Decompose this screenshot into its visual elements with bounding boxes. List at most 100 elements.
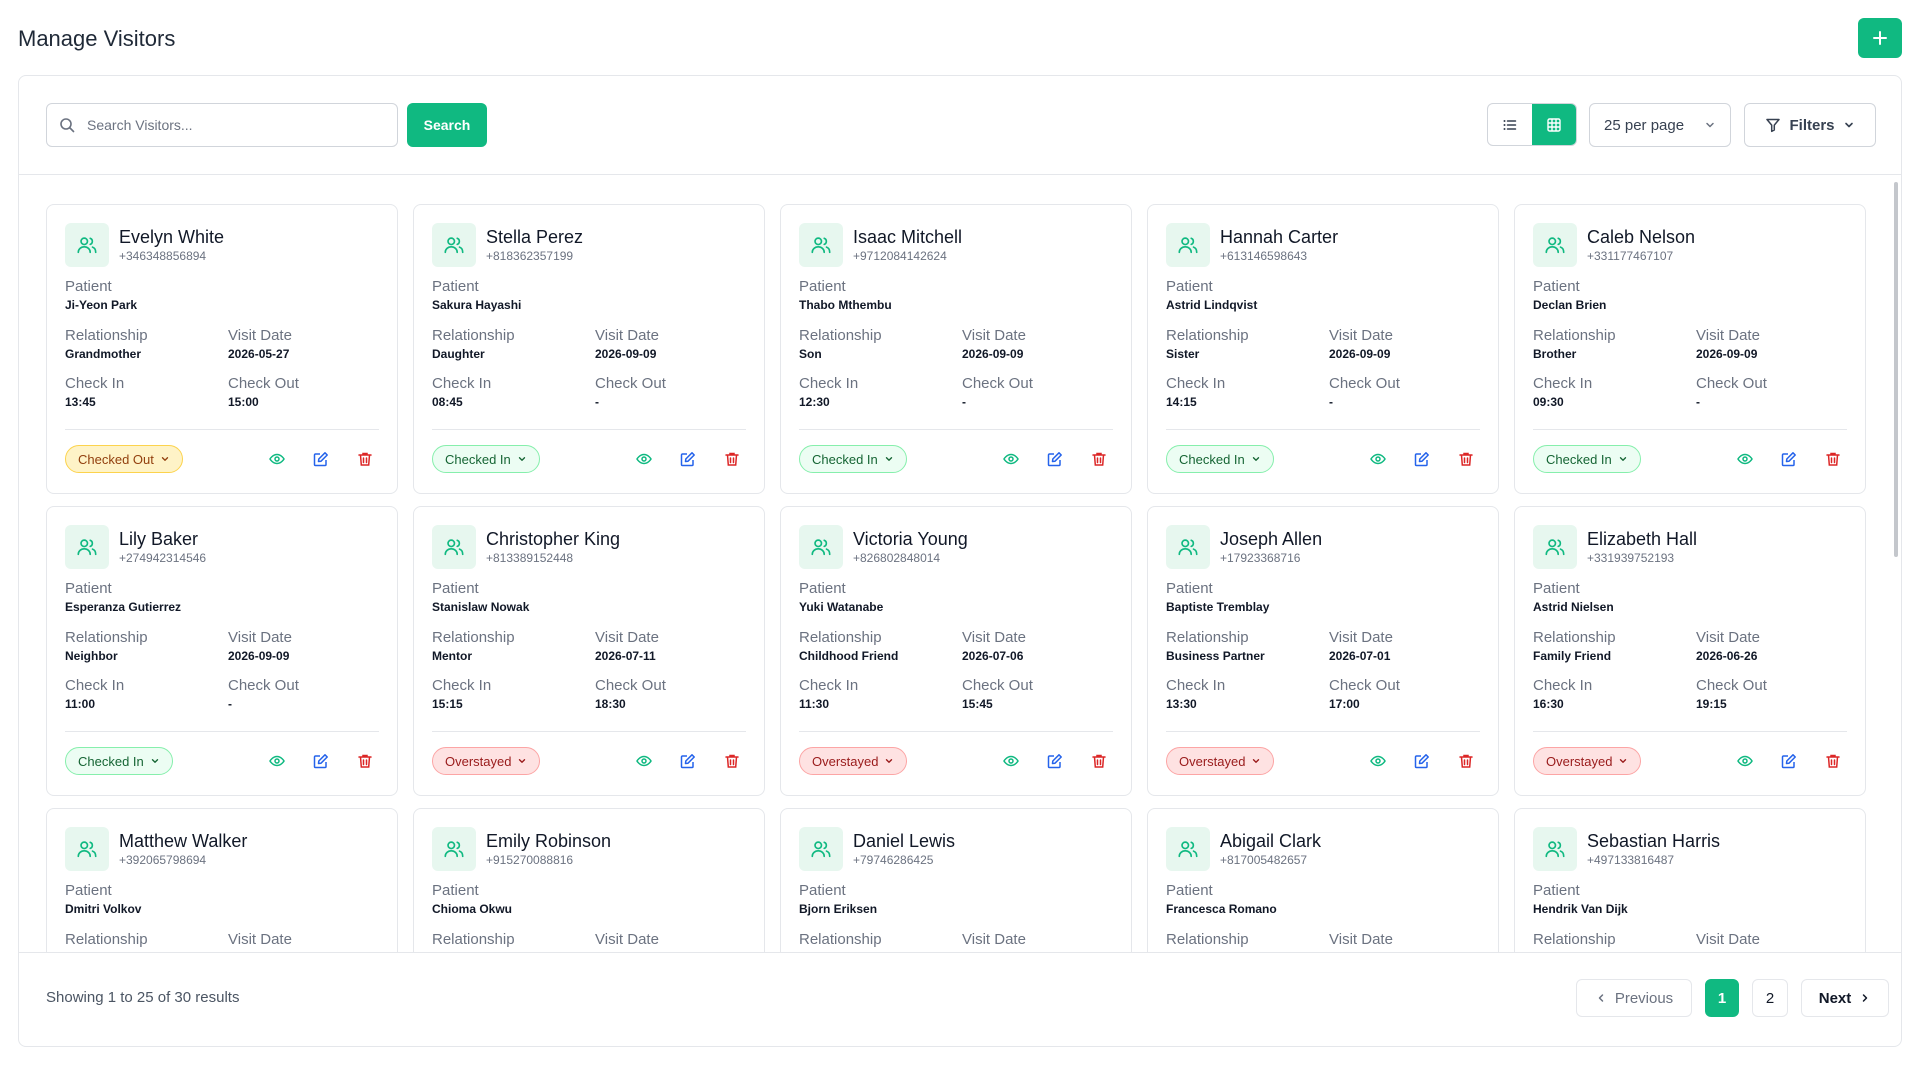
search-input[interactable]: [87, 117, 377, 133]
delete-button[interactable]: [721, 750, 743, 772]
relationship-label: Relationship: [799, 931, 882, 948]
delete-button[interactable]: [354, 448, 376, 470]
view-button[interactable]: [1734, 448, 1756, 470]
check-in-value: 12:30: [799, 395, 830, 409]
delete-button[interactable]: [1455, 448, 1477, 470]
scrollbar-thumb[interactable]: [1894, 182, 1898, 557]
status-badge[interactable]: Checked In: [1533, 445, 1641, 473]
view-button[interactable]: [266, 448, 288, 470]
patient-label: Patient: [1166, 278, 1213, 295]
visitor-card: Isaac Mitchell +9712084142624 Patient Thabo…: [780, 204, 1132, 494]
status-badge[interactable]: Checked In: [1166, 445, 1274, 473]
check-out-value: -: [1696, 395, 1700, 409]
chevron-left-icon: [1598, 994, 1604, 1002]
view-button[interactable]: [1367, 750, 1389, 772]
visit-date-label: Visit Date: [228, 931, 292, 948]
list-view-button[interactable]: [1488, 104, 1532, 145]
visitor-name: Evelyn White: [119, 227, 225, 247]
status-label: Overstayed: [812, 753, 879, 769]
visitor-phone: +331939752193: [1587, 551, 1675, 565]
visitor-name: Elizabeth Hall: [1587, 529, 1698, 549]
visitor-phone: +613146598643: [1220, 249, 1308, 263]
delete-button[interactable]: [354, 750, 376, 772]
page-title: Manage Visitors: [18, 26, 176, 51]
edit-button[interactable]: [1044, 750, 1066, 772]
visitor-card: Lily Baker +274942314546 Patient Esperanza …: [46, 506, 398, 796]
edit-button[interactable]: [1044, 448, 1066, 470]
next-page-button[interactable]: Next: [1801, 979, 1889, 1017]
search-button[interactable]: Search: [407, 103, 487, 147]
view-button[interactable]: [633, 750, 655, 772]
status-badge[interactable]: Checked Out: [65, 445, 183, 473]
view-button[interactable]: [1000, 750, 1022, 772]
status-badge[interactable]: Checked In: [65, 747, 173, 775]
eye-icon: [1370, 453, 1386, 465]
check-in-label: Check In: [1533, 375, 1593, 392]
edit-button[interactable]: [677, 750, 699, 772]
per-page-select[interactable]: 25 per page: [1589, 103, 1731, 147]
status-badge[interactable]: Overstayed: [432, 747, 541, 775]
view-button[interactable]: [1000, 448, 1022, 470]
status-badge[interactable]: Overstayed: [1166, 747, 1275, 775]
visitor-name: Victoria Young: [853, 529, 968, 549]
chevron-down-icon: [518, 457, 525, 461]
status-badge[interactable]: Checked In: [432, 445, 540, 473]
previous-page-button[interactable]: Previous: [1576, 979, 1692, 1017]
trash-icon: [725, 754, 739, 768]
view-button[interactable]: [1367, 448, 1389, 470]
view-button[interactable]: [1734, 750, 1756, 772]
chevron-down-icon: [1620, 759, 1627, 763]
edit-button[interactable]: [1411, 448, 1433, 470]
chevron-right-icon: [1863, 994, 1868, 1002]
visitor-avatar: [65, 827, 109, 871]
page-2-button[interactable]: 2: [1752, 979, 1788, 1017]
check-in-value: 15:15: [432, 697, 463, 711]
filters-button[interactable]: Filters: [1744, 103, 1876, 147]
eye-icon: [1370, 755, 1386, 767]
delete-button[interactable]: [1822, 448, 1844, 470]
status-badge[interactable]: Overstayed: [1533, 747, 1642, 775]
delete-button[interactable]: [1822, 750, 1844, 772]
delete-button[interactable]: [1088, 750, 1110, 772]
status-badge[interactable]: Checked In: [799, 445, 907, 473]
visit-date-value: 2026-09-09: [228, 649, 290, 663]
visit-date-value: 2026-09-09: [1329, 347, 1391, 361]
edit-button[interactable]: [677, 448, 699, 470]
grid-view-button[interactable]: [1532, 104, 1576, 145]
visitor-card: Stella Perez +818362357199 Patient Sakura H…: [413, 204, 765, 494]
edit-button[interactable]: [1411, 750, 1433, 772]
visitor-phone: +497133816487: [1587, 853, 1675, 867]
status-label: Checked Out: [78, 451, 154, 467]
search-box[interactable]: [46, 103, 398, 147]
chevron-down-icon: [1252, 457, 1259, 461]
check-out-label: Check Out: [595, 677, 666, 694]
add-visitor-button[interactable]: [1858, 18, 1902, 58]
relationship-value: Mentor: [432, 649, 472, 663]
visitor-phone: +915270088816: [486, 853, 574, 867]
relationship-label: Relationship: [799, 629, 882, 646]
delete-button[interactable]: [721, 448, 743, 470]
eye-icon: [1737, 453, 1753, 465]
edit-button[interactable]: [310, 750, 332, 772]
edit-button[interactable]: [310, 448, 332, 470]
visitor-name: Isaac Mitchell: [853, 227, 963, 247]
visit-date-value: 2026-06-26: [1696, 649, 1758, 663]
visitor-avatar: [799, 223, 843, 267]
status-badge[interactable]: Overstayed: [799, 747, 908, 775]
trash-icon: [1092, 452, 1106, 466]
edit-button[interactable]: [1778, 448, 1800, 470]
visit-date-value: 2026-09-09: [962, 347, 1024, 361]
check-out-label: Check Out: [228, 677, 299, 694]
eye-icon: [636, 755, 652, 767]
check-in-label: Check In: [799, 677, 859, 694]
view-button[interactable]: [633, 448, 655, 470]
delete-button[interactable]: [1455, 750, 1477, 772]
visitor-avatar: [1166, 525, 1210, 569]
visitor-name: Sebastian Harris: [1587, 831, 1721, 851]
delete-button[interactable]: [1088, 448, 1110, 470]
page-1-button[interactable]: 1: [1705, 979, 1739, 1017]
view-button[interactable]: [266, 750, 288, 772]
edit-button[interactable]: [1778, 750, 1800, 772]
visitor-avatar: [799, 525, 843, 569]
card-divider: [1166, 731, 1480, 732]
